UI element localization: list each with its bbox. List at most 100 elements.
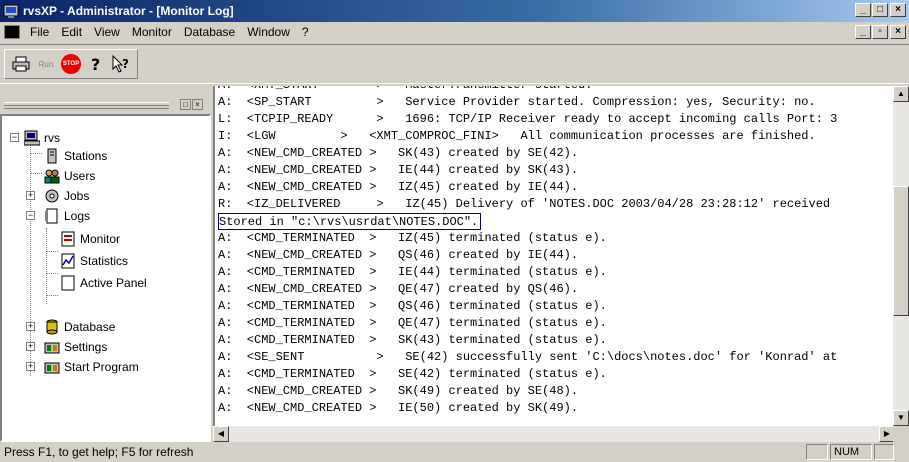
tree-connector [46,228,47,304]
log-line: A: <CMD_TERMINATED > SE(42) terminated (… [218,367,607,381]
status-help-text: Press F1, to get help; F5 for refresh [4,445,194,459]
tree-connector [46,251,58,252]
scroll-thumb[interactable] [893,186,909,316]
minimize-button[interactable]: _ [855,3,871,17]
tree-item-jobs[interactable]: Jobs [44,187,89,205]
tree-expand-settings[interactable]: + [26,342,35,351]
status-panel-empty [874,444,894,460]
maximize-button[interactable]: □ [872,3,888,17]
mdi-area: □ × − rvs Stations Users + Jobs − Logs M… [0,86,909,442]
log-line: A: <CMD_TERMINATED > SK(43) terminated (… [218,333,607,347]
users-icon [44,168,60,184]
log-line: A: <NEW_CMD_CREATED > QS(46) created by … [218,248,579,262]
tree-item-settings[interactable]: Settings [44,338,107,356]
toolbar-area: Run STOP ? ? [0,44,909,84]
menu-view[interactable]: View [88,25,126,39]
mdi-minimize-button[interactable]: _ [855,25,871,39]
stop-icon: STOP [61,54,81,74]
tree-connector [46,295,58,296]
dock-grip-line [4,106,169,109]
log-text-area[interactable]: A: <XMT_START > MasterTransmitter starte… [213,86,895,426]
size-grip [893,426,909,442]
database-icon [44,319,60,335]
log-line: A: <CMD_TERMINATED > IE(44) terminated (… [218,265,607,279]
log-line: A: <NEW_CMD_CREATED > QE(47) created by … [218,282,579,296]
horizontal-scrollbar[interactable]: ◀ ▶ [213,426,895,442]
tree-collapse-logs[interactable]: − [26,211,35,220]
tree-connector [46,273,58,274]
stop-button[interactable]: STOP [59,52,83,76]
log-line: A: <NEW_CMD_CREATED > SK(49) created by … [218,384,579,398]
close-button[interactable]: × [890,3,906,17]
scroll-left-button[interactable]: ◀ [213,426,229,442]
log-line: I: <LGW > <XMT_COMPROC_FINI> All communi… [218,129,816,143]
whats-this-icon: ? [112,55,129,73]
mdi-restore-button[interactable]: ▫ [872,25,888,39]
log-line: A: <NEW_CMD_CREATED > IE(44) created by … [218,163,579,177]
menu-monitor[interactable]: Monitor [126,25,178,39]
station-icon [44,148,60,164]
dock-maximize-button[interactable]: □ [180,99,191,110]
tree-expand-jobs[interactable]: + [26,191,35,200]
log-line: A: <CMD_TERMINATED > QE(47) terminated (… [218,316,607,330]
tree-item-rvs[interactable]: rvs [24,129,60,147]
context-help-button[interactable]: ? [109,52,133,76]
title-bar[interactable]: rvsXP - Administrator - [Monitor Log] _ … [0,0,909,22]
menu-bar: File Edit View Monitor Database Window ?… [0,22,909,42]
question-icon: ? [91,55,100,73]
tree-connector [30,153,42,154]
toolbar: Run STOP ? ? [4,49,138,79]
printer-icon [12,56,30,72]
svg-text:?: ? [122,57,129,71]
menu-edit[interactable]: Edit [55,25,88,39]
svg-text:?: ? [91,55,100,73]
log-line: R: <IZ_DELIVERED > IZ(45) Delivery of 'N… [218,197,831,211]
monitor-log-icon [60,231,76,247]
tree-item-users[interactable]: Users [44,167,95,185]
tree-expand-start-program[interactable]: + [26,362,35,371]
menu-window[interactable]: Window [241,25,296,39]
dock-close-button[interactable]: × [192,99,203,110]
menu-help[interactable]: ? [296,25,315,39]
scroll-up-button[interactable]: ▲ [893,86,909,102]
tree-item-statistics[interactable]: Statistics [60,252,128,270]
log-line-highlighted: Stored in "c:\rvs\usrdat\NOTES.DOC". [218,213,482,230]
log-line: A: <NEW_CMD_CREATED > IZ(45) created by … [218,180,579,194]
scroll-down-button[interactable]: ▼ [893,410,909,426]
log-line: A: <NEW_CMD_CREATED > IE(50) created by … [218,401,579,415]
menu-database[interactable]: Database [178,25,241,39]
print-button[interactable] [9,52,33,76]
help-button[interactable]: ? [84,52,108,76]
monitor-log-window: A: <XMT_START > MasterTransmitter starte… [211,86,909,442]
menu-file[interactable]: File [24,25,55,39]
log-line: A: <CMD_TERMINATED > IZ(45) terminated (… [218,231,607,245]
program-icon [44,359,60,375]
log-line: L: <TCPIP_READY > 1696: TCP/IP Receiver … [218,112,838,126]
navigation-dock: □ × − rvs Stations Users + Jobs − Logs M… [0,86,211,442]
status-panel-empty [806,444,828,460]
tree-item-active-panel[interactable]: Active Panel [60,274,147,292]
run-button[interactable]: Run [34,52,58,76]
log-line: A: <XMT_START > MasterTransmitter starte… [218,86,592,94]
tree-connector [30,173,42,174]
mdi-child-icon[interactable] [4,25,20,39]
tree-item-database[interactable]: Database [44,318,115,336]
mdi-close-button[interactable]: × [890,25,906,39]
rvs-app-icon[interactable] [3,3,19,19]
vertical-scrollbar[interactable]: ▲ ▼ [893,86,909,426]
tree-item-start-program[interactable]: Start Program [44,358,139,376]
status-bar: Press F1, to get help; F5 for refresh NU… [0,442,909,462]
log-line: A: <NEW_CMD_CREATED > SK(43) created by … [218,146,579,160]
statistics-icon [60,253,76,269]
log-line: A: <CMD_TERMINATED > QS(46) terminated (… [218,299,607,313]
tree-item-logs[interactable]: Logs [44,207,90,225]
navigation-tree[interactable]: − rvs Stations Users + Jobs − Logs Monit… [0,114,211,442]
tree-item-monitor[interactable]: Monitor [60,230,120,248]
jobs-icon [44,188,60,204]
num-lock-indicator: NUM [830,444,872,460]
computer-icon [24,130,40,146]
panel-icon [60,275,76,291]
tree-expand-database[interactable]: + [26,322,35,331]
tree-collapse-rvs[interactable]: − [10,133,19,142]
tree-item-stations[interactable]: Stations [44,147,107,165]
